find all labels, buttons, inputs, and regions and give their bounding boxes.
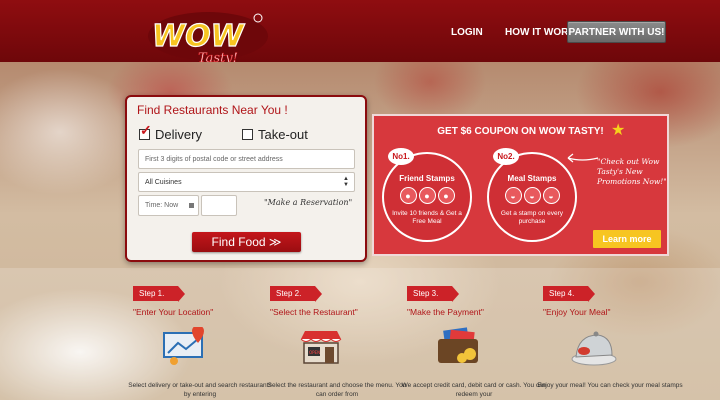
cuisine-select[interactable]: All Cuisines ▲ ▼ [138,172,355,192]
wallet-payment-icon [438,327,478,363]
nav-login-link[interactable]: LOGIN [451,27,483,38]
person-icon: ● [418,187,436,204]
delivery-checkbox[interactable]: ✓ [139,123,152,140]
calendar-icon[interactable] [189,203,194,208]
friend-stamps-circle: No1. Friend Stamps ● ● ● Invite 10 frien… [382,148,472,242]
find-food-button[interactable]: Find Food ≫ [192,232,301,252]
wow-tasty-logo[interactable]: WOW Tasty! [146,10,274,68]
cloche-icon: ◒ [542,187,560,204]
search-panel: Find Restaurants Near You ! ✓ Delivery T… [125,95,367,262]
person-icon: ● [399,187,417,204]
step-title: "Enjoy Your Meal" [543,307,611,317]
step-title: "Select the Restaurant" [270,307,358,317]
learn-more-button[interactable]: Learn more [593,230,661,248]
header: WOW Tasty! LOGIN HOW IT WORKS PARTNER WI… [0,0,720,66]
select-arrows-icon: ▲ ▼ [343,176,349,188]
step-tag: Step 4. [543,286,596,302]
takeout-option[interactable]: Take-out [242,127,308,142]
person-icon: ● [437,187,455,204]
meal-stamps-title: Meal Stamps [507,174,557,183]
step-tag: Step 3. [407,286,460,302]
step-text: Enjoy your meal! You can check your meal… [537,382,683,389]
time-input[interactable]: Time: Now [138,195,199,216]
friend-stamps-title: Friend Stamps [399,174,455,183]
cuisine-value: All Cuisines [145,178,182,186]
star-icon: ★ [611,122,626,139]
takeout-checkbox[interactable] [242,129,253,140]
restaurant-store-icon: OPEN [300,331,342,364]
step-4: Step 4. "Enjoy Your Meal" Enjoy your mea… [537,283,683,389]
location-map-icon [163,327,204,365]
step-title: "Enter Your Location" [133,307,214,317]
svg-text:WOW: WOW [152,19,246,54]
partner-with-us-button[interactable]: PARTNER WITH US! [567,21,666,43]
cloche-icon: ◒ [523,187,541,204]
delivery-option[interactable]: ✓ Delivery [139,123,202,142]
step-2: Step 2. "Select the Restaurant" OPEN Sel… [268,283,406,398]
step-tag: Step 2. [270,286,323,302]
delivery-label: Delivery [155,127,202,142]
stamp-badge-2: No2. [493,148,519,165]
promotion-note: "Check out Wow Tasty's New Promotions No… [597,157,667,186]
step-text: Select delivery or take-out and search r… [128,382,272,399]
meal-icons: ◒ ◒ ◒ [489,187,575,204]
friend-icons: ● ● ● [384,187,470,204]
friend-stamps-desc: Invite 10 friends & Get a Free Meal [392,210,462,226]
step-1: Step 1. "Enter Your Location" Select del… [128,283,272,398]
food-cloche-icon [571,331,617,366]
check-icon: ✓ [140,122,152,138]
meal-stamps-desc: Get a stamp on every purchase [500,210,564,226]
stamp-badge-1: No1. [388,148,414,165]
reservation-note[interactable]: "Make a Reservation" [264,198,352,207]
coupon-panel: GET $6 COUPON ON WOW TASTY! ★ No1. Frien… [372,114,669,256]
party-size-input[interactable] [201,195,237,216]
step-text: Select the restaurant and choose the men… [267,382,407,399]
step-title: "Make the Payment" [407,307,484,317]
step-text: We accept credit card, debit card or cas… [401,382,547,399]
step-tag: Step 1. [133,286,186,302]
cloche-icon: ◒ [504,187,522,204]
postal-code-input[interactable]: First 3 digits of postal code or street … [138,149,355,169]
arrow-icon [567,153,599,163]
takeout-label: Take-out [258,127,308,142]
svg-text:OPEN: OPEN [309,350,320,355]
step-3: Step 3. "Make the Payment" We accept cre… [402,283,546,398]
search-title: Find Restaurants Near You ! [137,103,288,117]
time-placeholder: Time: Now [145,202,179,209]
